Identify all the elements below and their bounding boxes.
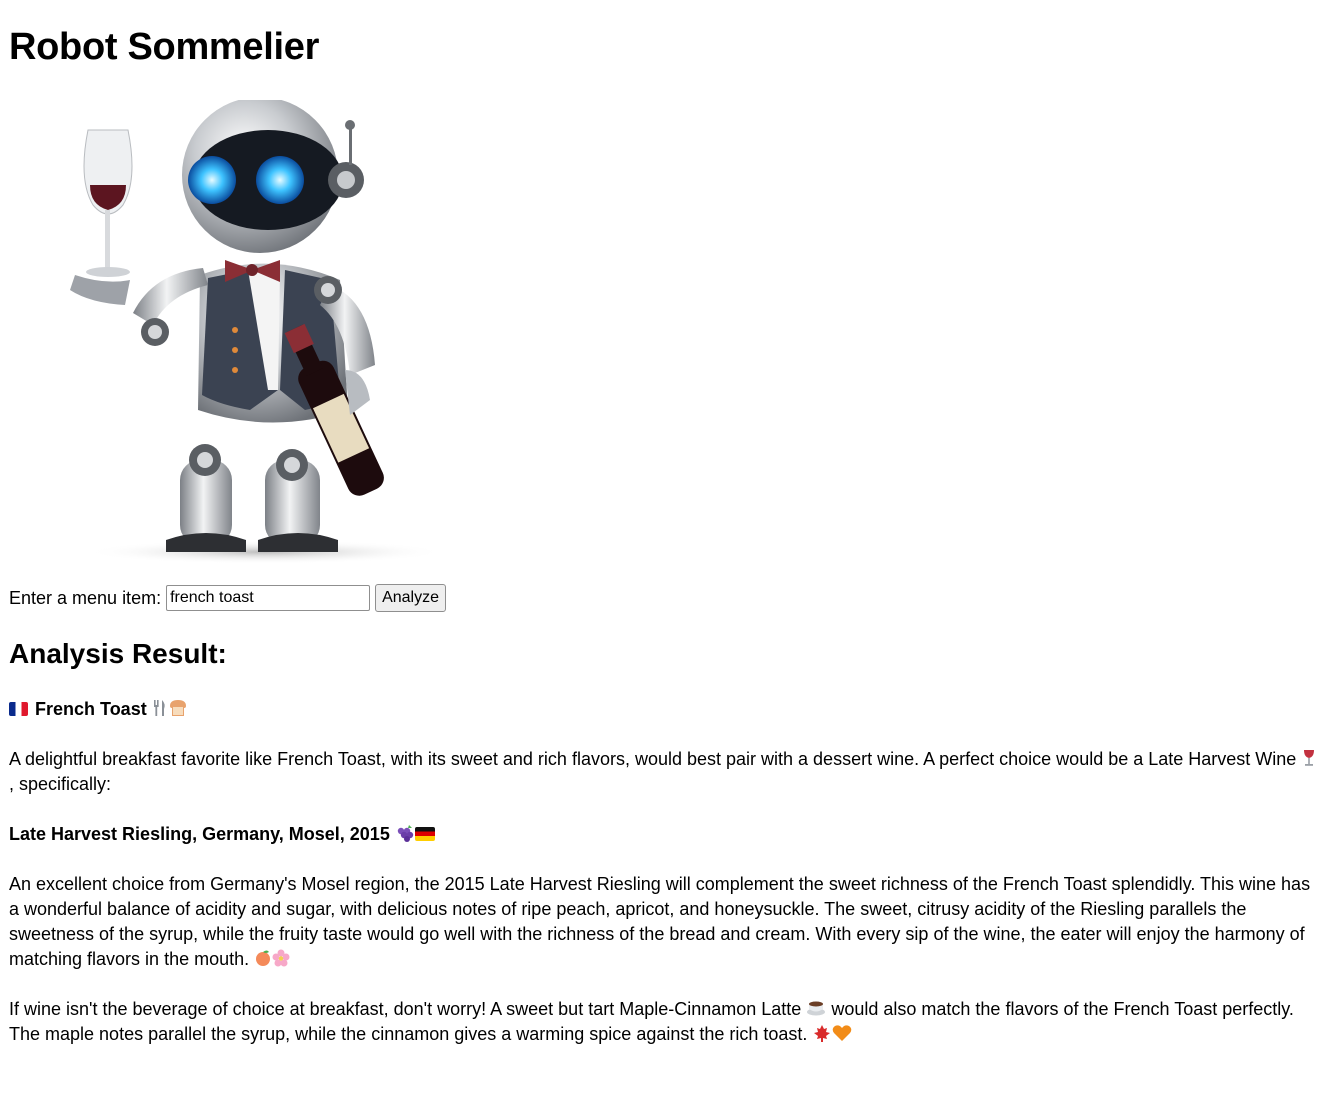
orange-heart-icon: [833, 1025, 852, 1041]
robot-sommelier-image: [70, 100, 445, 564]
maple-leaf-icon: [814, 1025, 831, 1042]
bread-icon: [169, 700, 186, 716]
menu-item-form: Enter a menu item: Analyze: [9, 584, 446, 612]
wine-description-text: An excellent choice from Germany's Mosel…: [9, 874, 1311, 969]
analysis-result: French Toast A delightful breakfast favo…: [9, 697, 1319, 1072]
wine-description: An excellent choice from Germany's Mosel…: [9, 872, 1319, 972]
flag-france-icon: [9, 702, 28, 716]
page: Robot Sommelier Enter a menu item: frenc…: [0, 0, 1328, 1105]
flag-germany-icon: [414, 827, 435, 841]
menu-item-label: Enter a menu item:: [9, 587, 162, 608]
grapes-icon: [397, 825, 414, 842]
analyze-button[interactable]: Analyze: [375, 584, 446, 612]
fork-knife-icon: [153, 700, 165, 716]
coffee-icon: [807, 1001, 826, 1016]
peach-icon: [256, 950, 271, 966]
intro-text-end: , specifically:: [9, 774, 112, 794]
dish-title-text: French Toast: [35, 699, 147, 719]
menu-item-input[interactable]: [166, 585, 371, 611]
alternative-paragraph: If wine isn't the beverage of choice at …: [9, 997, 1319, 1047]
wine-title: Late Harvest Riesling, Germany, Mosel, 2…: [9, 822, 1319, 847]
intro-text: A delightful breakfast favorite like Fre…: [9, 749, 1297, 769]
wine-glass-icon: [1304, 750, 1315, 766]
intro-paragraph: A delightful breakfast favorite like Fre…: [9, 747, 1319, 797]
wine-title-text: Late Harvest Riesling, Germany, Mosel, 2…: [9, 824, 390, 844]
page-title: Robot Sommelier: [9, 26, 320, 68]
alternative-text: If wine isn't the beverage of choice at …: [9, 999, 802, 1019]
analysis-result-heading: Analysis Result:: [9, 638, 227, 669]
dish-title: French Toast: [9, 697, 1319, 722]
blossom-icon: [272, 949, 290, 967]
